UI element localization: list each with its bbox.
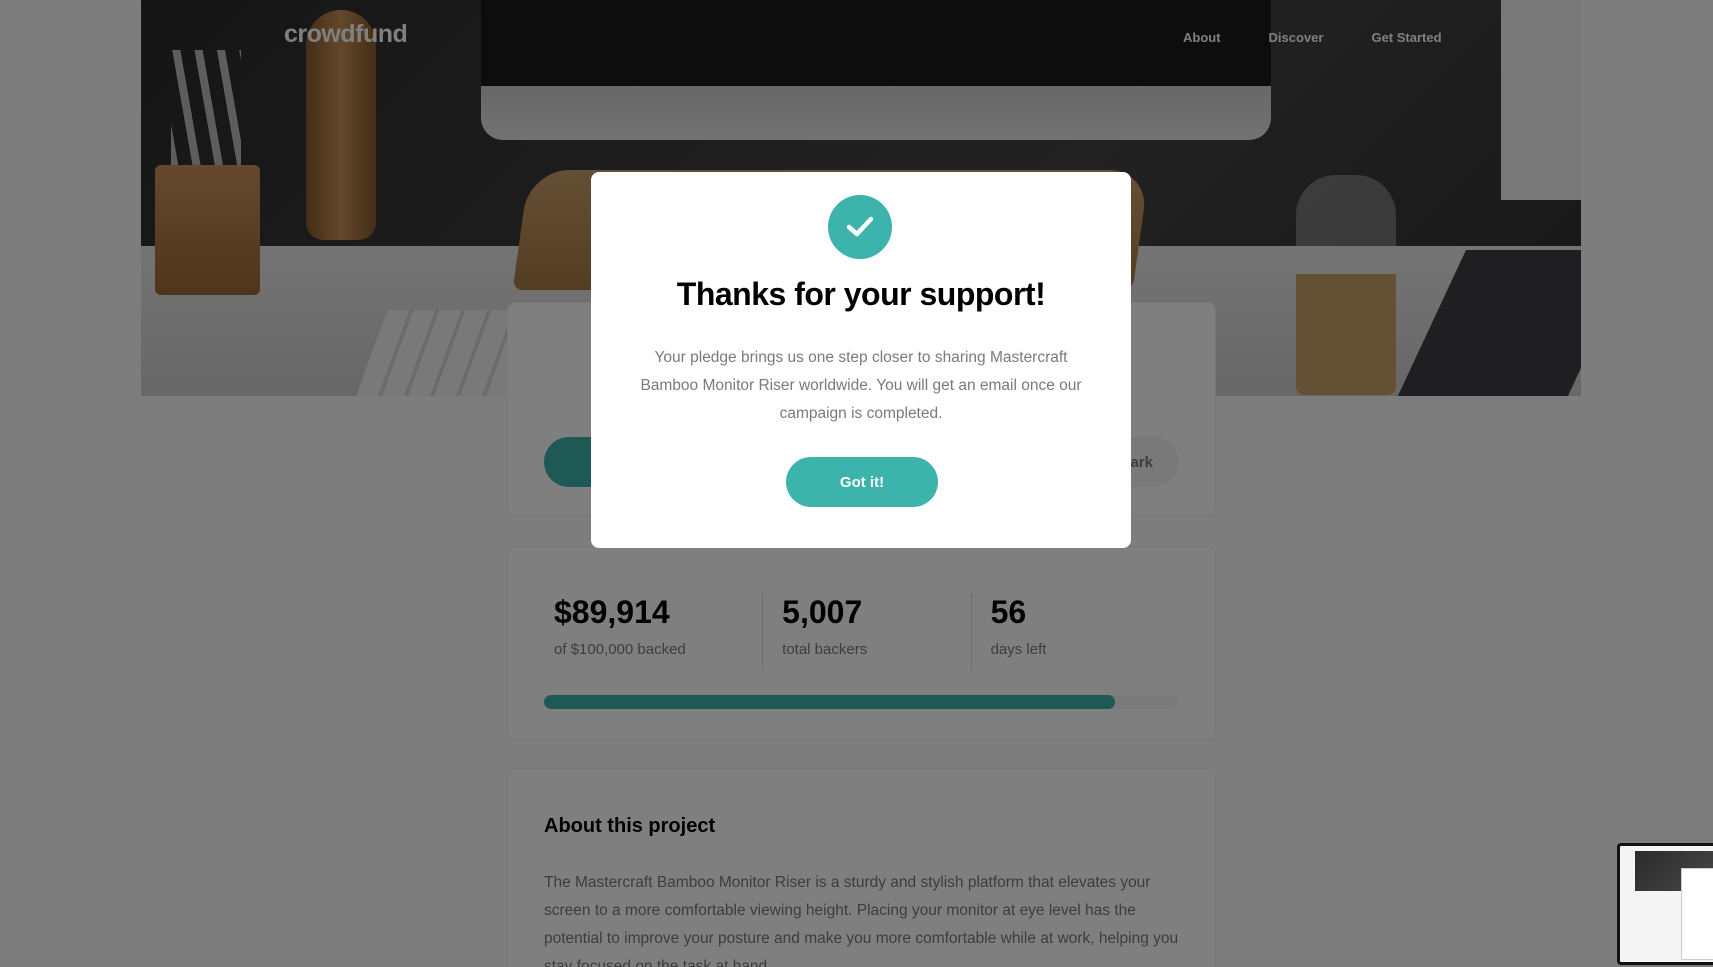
preview-thumbnail[interactable] (1617, 843, 1713, 965)
check-icon (828, 195, 892, 259)
got-it-button[interactable]: Got it! (786, 457, 938, 507)
modal-title: Thanks for your support! (676, 276, 1046, 312)
success-modal: Thanks for your support! Your pledge bri… (591, 172, 1131, 548)
modal-text: Your pledge brings us one step closer to… (640, 349, 1082, 422)
page: crowdfund About Discover Get Started B a… (0, 0, 1713, 967)
